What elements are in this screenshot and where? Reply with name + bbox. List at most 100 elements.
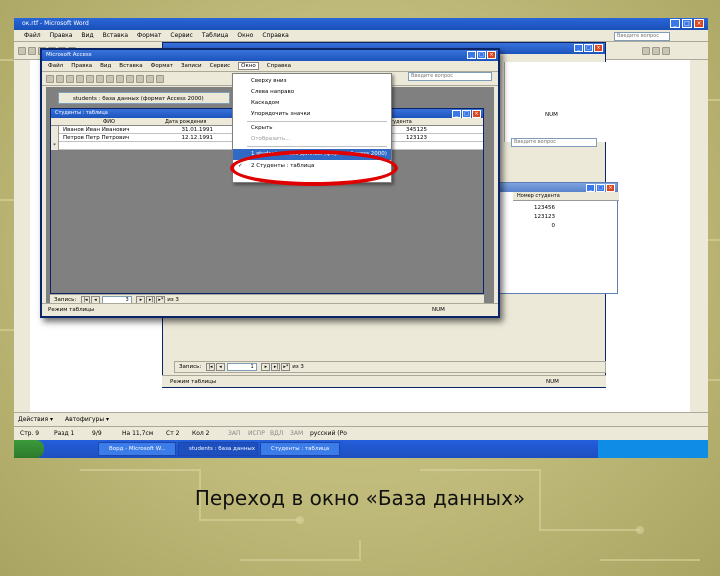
last-record-icon[interactable]: ▸| [271,362,281,371]
cell-number[interactable]: 123456 [534,205,555,211]
menu-file[interactable]: Файл [24,32,41,39]
menu-insert[interactable]: Вставка [119,63,142,69]
find-icon[interactable] [156,75,164,83]
menu-item-tile-horizontal[interactable]: Сверху вниз [233,76,391,87]
options-icon[interactable] [662,47,670,55]
menu-help[interactable]: Справка [267,63,291,69]
menu-tools[interactable]: Сервис [170,32,192,39]
menu-item-hide[interactable]: Скрыть [233,123,391,134]
menu-edit[interactable]: Правка [50,32,73,39]
taskbar-item-table[interactable]: Студенты : таблица [260,442,340,456]
maximize-icon[interactable]: □ [682,19,692,28]
database-window-title: students : база данных (формат Access 20… [73,96,204,102]
highlight-icon[interactable] [642,47,650,55]
word-titlebar: ок.rtf - Microsoft Word _ □ × [14,18,708,30]
first-record-icon[interactable]: |◂ [205,362,215,371]
column-header-fio[interactable]: ФИО [103,118,115,126]
status-section: Разд 1 [54,430,75,437]
maximize-icon[interactable]: □ [596,184,605,192]
access-back-panel: Введите вопрос NUM [504,62,606,147]
print-icon[interactable] [66,75,74,83]
close-icon[interactable]: × [606,184,615,192]
menu-view[interactable]: Вид [100,63,111,69]
start-button[interactable] [14,440,44,458]
minimize-icon[interactable]: _ [452,110,461,118]
menu-item-cascade[interactable]: Каскадом [233,98,391,109]
status-position: На 11,7см [122,430,154,437]
new-row-marker[interactable]: * [51,142,59,150]
sort-icon[interactable] [136,75,144,83]
access-back-help-input[interactable]: Введите вопрос [511,138,597,147]
status-mode: Режим таблицы [170,379,217,385]
maximize-icon[interactable]: □ [584,44,593,52]
menu-item-arrange-icons[interactable]: Упорядочить значки [233,109,391,120]
column-header-dob[interactable]: Дата рождения [165,118,206,126]
spell-icon[interactable] [86,75,94,83]
menu-format[interactable]: Формат [151,63,173,69]
minimize-icon[interactable]: _ [670,19,680,28]
column-header-number[interactable]: Номер студента [513,192,619,201]
access-title-text: Microsoft Access [46,52,92,58]
status-ovr: ЗАМ [290,430,304,437]
new-record-icon[interactable]: ▸* [281,362,291,371]
menu-insert[interactable]: Вставка [103,32,128,39]
menu-table[interactable]: Таблица [202,32,229,39]
status-mode: Режим таблицы [48,307,95,313]
filter-icon[interactable] [146,75,154,83]
status-page: Стр. 9 [20,430,40,437]
cell-fio[interactable]: Петров Петр Петрович [63,134,129,142]
word-help-input[interactable]: Введите вопрос [614,32,670,41]
status-ext: ВДЛ [270,430,284,437]
cut-icon[interactable] [96,75,104,83]
close-icon[interactable]: × [694,19,704,28]
next-record-icon[interactable]: ▸ [261,362,271,371]
cell-dob[interactable]: 12.12.1991 [161,134,214,142]
maximize-icon[interactable]: □ [477,51,486,59]
draw-actions-button[interactable]: Действия ▾ [18,416,53,423]
menu-tools[interactable]: Сервис [210,63,231,69]
cell-number[interactable]: 123123 [534,214,555,220]
menu-edit[interactable]: Правка [71,63,92,69]
view-icon[interactable] [46,75,54,83]
preview-icon[interactable] [76,75,84,83]
word-left-ruler [14,60,30,412]
menu-view[interactable]: Вид [81,32,93,39]
access-statusbar: Режим таблицы NUM [42,303,498,316]
system-tray [598,440,708,458]
new-icon[interactable] [18,47,26,55]
menu-records[interactable]: Записи [181,63,202,69]
menu-window[interactable]: Окно [237,32,253,39]
prev-record-icon[interactable]: ◂ [215,362,225,371]
row-selector[interactable] [51,134,59,142]
copy-icon[interactable] [106,75,114,83]
menu-file[interactable]: Файл [48,63,63,69]
cell-dob[interactable]: 31.01.1991 [161,126,214,134]
word-scrollbar[interactable] [690,60,708,412]
minimize-icon[interactable]: _ [467,51,476,59]
taskbar-item-word[interactable]: Ворд - Microsoft W... [98,442,176,456]
taskbar-item-database[interactable]: students : база данных ... [178,442,258,456]
maximize-icon[interactable]: □ [462,110,471,118]
menu-item-tile-vertical[interactable]: Слева направо [233,87,391,98]
autoshapes-button[interactable]: Автофигуры ▾ [65,416,109,423]
paste-icon[interactable] [116,75,124,83]
close-icon[interactable]: × [472,110,481,118]
close-icon[interactable]: × [487,51,496,59]
undo-icon[interactable] [126,75,134,83]
open-icon[interactable] [28,47,36,55]
record-number-input[interactable]: 1 [226,362,257,371]
minimize-icon[interactable]: _ [574,44,583,52]
menu-window[interactable]: Окно [238,62,259,70]
status-num: NUM [432,307,445,313]
status-language: русский (Ро [310,430,347,437]
menu-help[interactable]: Справка [262,32,288,39]
save-icon[interactable] [56,75,64,83]
font-color-icon[interactable] [652,47,660,55]
cell-fio[interactable]: Иванов Иван Иванович [63,126,130,134]
cell-number[interactable]: 0 [552,223,556,229]
close-icon[interactable]: × [594,44,603,52]
menu-format[interactable]: Формат [137,32,161,39]
row-selector[interactable] [51,126,59,134]
minimize-icon[interactable]: _ [586,184,595,192]
database-window[interactable]: students : база данных (формат Access 20… [58,92,230,104]
